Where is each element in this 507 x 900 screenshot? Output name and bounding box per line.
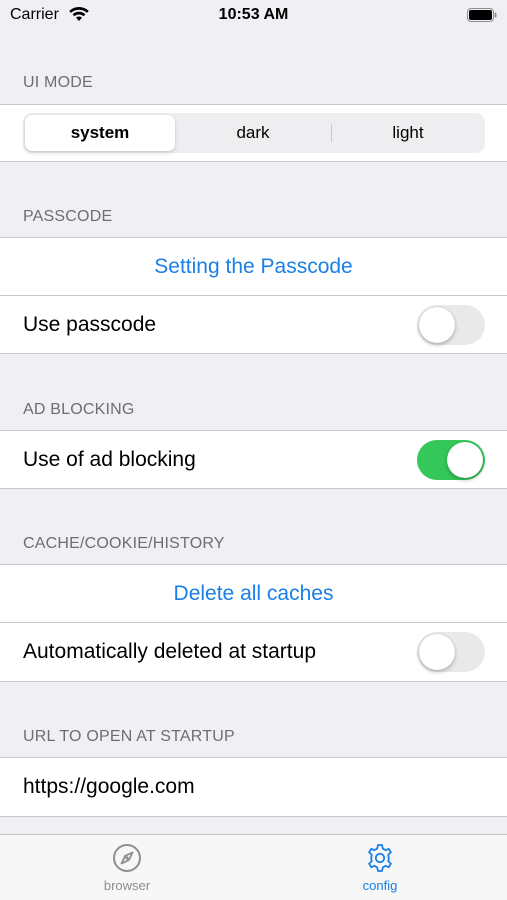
delete-caches-cell[interactable]: Delete all caches	[0, 564, 507, 622]
gear-icon	[368, 844, 392, 872]
toggle-knob	[419, 306, 455, 343]
ui-mode-segmented-control: system dark light	[23, 113, 485, 153]
auto-delete-toggle[interactable]	[417, 632, 485, 672]
delete-all-caches-button[interactable]: Delete all caches	[0, 582, 507, 606]
status-bar: Carrier 10:53 AM	[0, 0, 507, 34]
setting-passcode-cell[interactable]: Setting the Passcode	[0, 237, 507, 295]
startup-url-field[interactable]: https://google.com	[23, 775, 195, 799]
segment-divider	[331, 124, 332, 142]
setting-passcode-button[interactable]: Setting the Passcode	[0, 255, 507, 279]
ui-mode-cell: system dark light	[0, 104, 507, 162]
segment-light[interactable]: light	[333, 115, 483, 151]
compass-icon	[113, 844, 141, 872]
battery-icon	[467, 8, 497, 22]
ad-blocking-toggle[interactable]	[417, 439, 485, 480]
use-passcode-toggle[interactable]	[417, 304, 485, 345]
use-passcode-cell: Use passcode	[0, 295, 507, 354]
section-header-ad-blocking: AD BLOCKING	[23, 401, 135, 418]
tab-config-label: config	[362, 878, 398, 893]
tab-browser-label: browser	[103, 878, 151, 893]
toggle-knob	[447, 441, 483, 478]
segment-dark[interactable]: dark	[178, 115, 328, 151]
status-time: 10:53 AM	[218, 6, 289, 23]
segment-system[interactable]: system	[25, 115, 175, 151]
tab-browser[interactable]: browser	[67, 843, 187, 893]
section-header-startup-url: URL TO OPEN AT STARTUP	[23, 728, 235, 745]
tab-config[interactable]: config	[320, 843, 440, 893]
section-header-cache: CACHE/COOKIE/HISTORY	[23, 535, 225, 552]
auto-delete-cell: Automatically deleted at startup	[0, 622, 507, 682]
tab-bar: browser config	[0, 834, 507, 900]
auto-delete-label: Automatically deleted at startup	[23, 640, 316, 663]
toggle-knob	[419, 634, 455, 670]
section-header-ui-mode: UI MODE	[23, 74, 93, 91]
ad-blocking-label: Use of ad blocking	[23, 447, 196, 471]
startup-url-cell[interactable]: https://google.com	[0, 757, 507, 817]
section-header-passcode: PASSCODE	[23, 208, 113, 225]
use-passcode-label: Use passcode	[23, 312, 157, 336]
ad-blocking-cell: Use of ad blocking	[0, 430, 507, 489]
